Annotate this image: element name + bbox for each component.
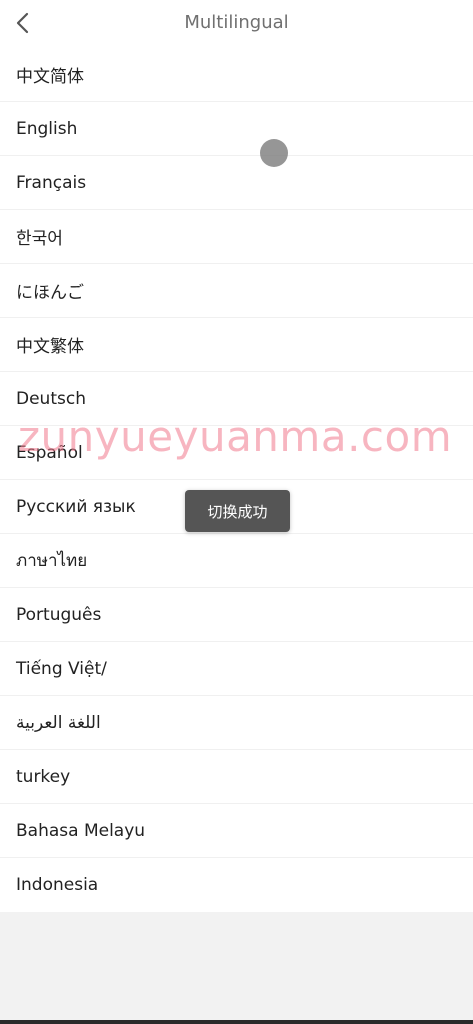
language-item-fr[interactable]: Français xyxy=(0,156,473,210)
language-item-en[interactable]: English xyxy=(0,102,473,156)
language-item-zh-hans[interactable]: 中文简体 xyxy=(0,48,473,102)
language-item-ko[interactable]: 한국어 xyxy=(0,210,473,264)
toast-message: 切换成功 xyxy=(185,490,290,532)
language-item-pt[interactable]: Português xyxy=(0,588,473,642)
page-title: Multilingual xyxy=(184,12,289,33)
language-item-ar[interactable]: اللغة العربية xyxy=(0,696,473,750)
language-item-vi[interactable]: Tiếng Việt/ xyxy=(0,642,473,696)
language-item-tr[interactable]: turkey xyxy=(0,750,473,804)
language-item-th[interactable]: ภาษาไทย xyxy=(0,534,473,588)
header-bar: Multilingual xyxy=(0,0,473,48)
bottom-edge xyxy=(0,1020,473,1024)
language-item-id[interactable]: Indonesia xyxy=(0,858,473,912)
language-item-de[interactable]: Deutsch xyxy=(0,372,473,426)
screen: Multilingual 中文简体 English Français 한국어 に… xyxy=(0,0,473,1024)
language-item-es[interactable]: Español xyxy=(0,426,473,480)
language-item-zh-hant[interactable]: 中文繁体 xyxy=(0,318,473,372)
language-list: 中文简体 English Français 한국어 にほんご 中文繁体 Deut… xyxy=(0,48,473,912)
language-item-ja[interactable]: にほんご xyxy=(0,264,473,318)
language-item-ms[interactable]: Bahasa Melayu xyxy=(0,804,473,858)
